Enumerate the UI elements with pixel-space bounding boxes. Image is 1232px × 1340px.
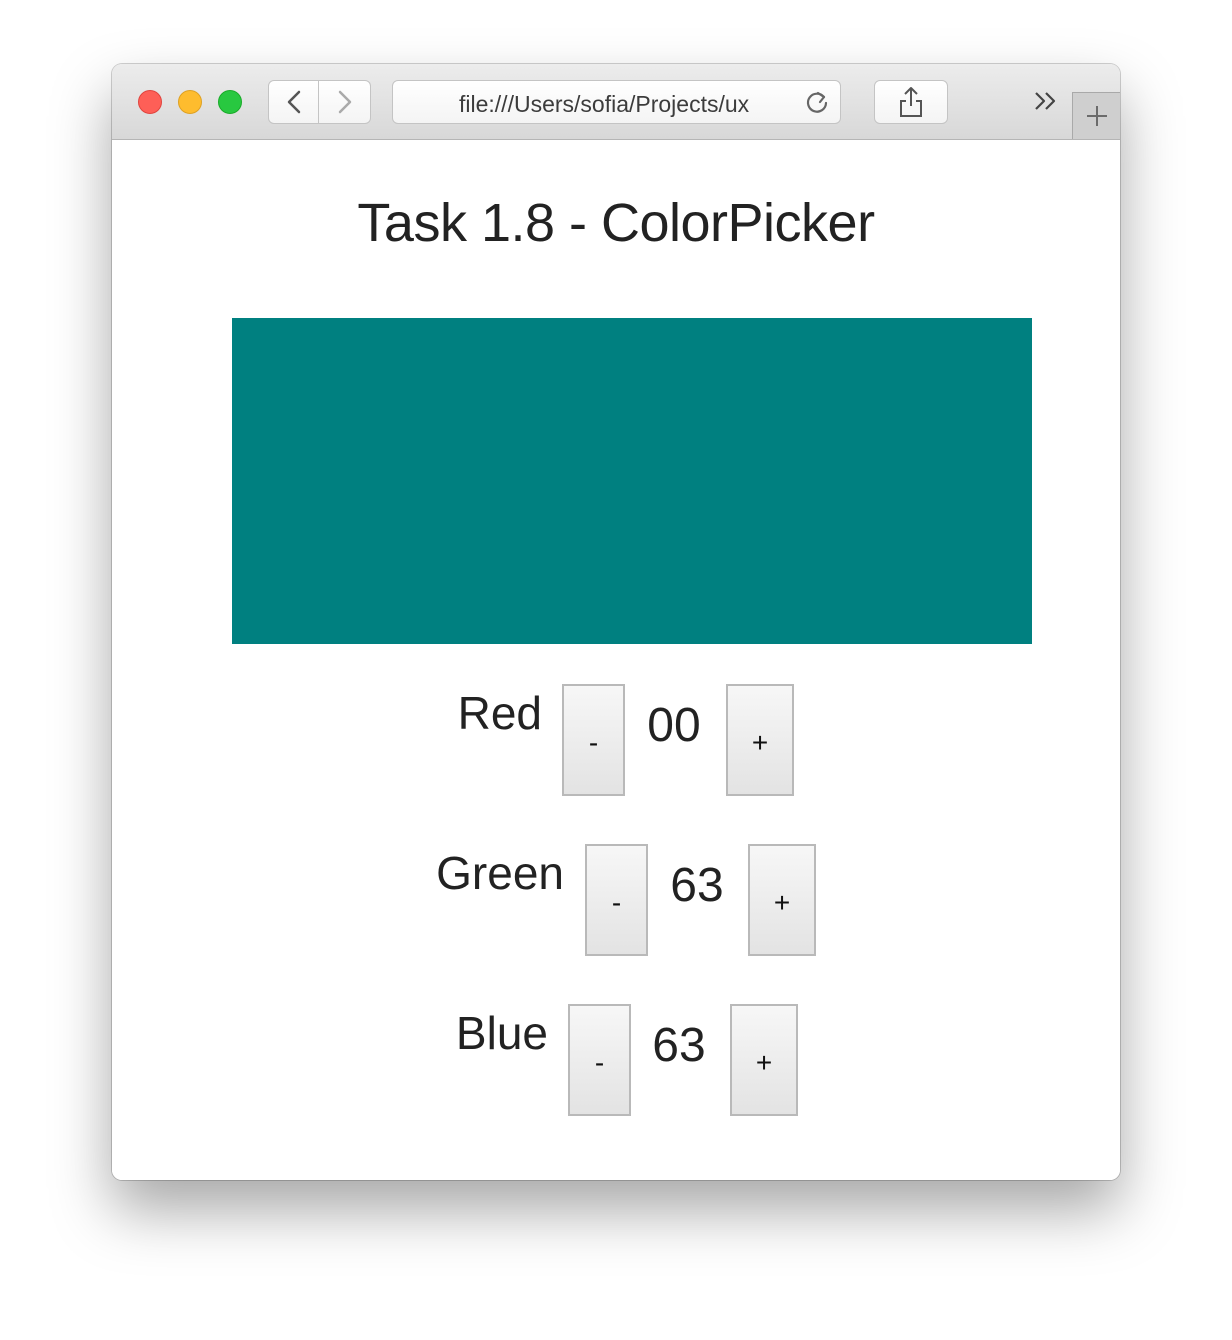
blue-decrement-button[interactable]: - [568, 1004, 631, 1116]
forward-button[interactable] [319, 80, 371, 124]
color-preview-swatch [232, 318, 1032, 644]
red-decrement-button[interactable]: - [562, 684, 625, 796]
page-title: Task 1.8 - ColorPicker [357, 193, 875, 253]
new-tab-button[interactable] [1072, 92, 1120, 139]
minimize-window-button[interactable] [178, 90, 202, 114]
blue-label: Blue [455, 1007, 548, 1059]
plus-icon [1086, 106, 1107, 126]
address-text: file:///Users/sofia/Projects/ux [459, 91, 750, 117]
chevron-right-icon [338, 90, 351, 114]
browser-toolbar: file:///Users/sofia/Projects/ux [112, 64, 1120, 140]
reload-icon[interactable] [804, 89, 830, 115]
red-value: 00 [647, 699, 701, 752]
blue-increment-button[interactable]: + [730, 1004, 798, 1116]
blue-value: 63 [652, 1019, 706, 1072]
share-button[interactable] [874, 80, 948, 124]
green-value: 63 [670, 859, 724, 912]
red-increment-button[interactable]: + [726, 684, 794, 796]
zoom-window-button[interactable] [218, 90, 242, 114]
blue-channel-row: Blue - 63 + [112, 1004, 1120, 1116]
browser-window: file:///Users/sofia/Projects/ux Task 1.8… [112, 64, 1120, 1180]
red-label: Red [457, 687, 542, 739]
overflow-chevrons-icon[interactable] [1032, 88, 1060, 114]
green-label: Green [436, 847, 564, 899]
chevron-left-icon [287, 90, 300, 114]
close-window-button[interactable] [138, 90, 162, 114]
back-button[interactable] [268, 80, 319, 124]
red-channel-row: Red - 00 + [112, 684, 1120, 796]
green-decrement-button[interactable]: - [585, 844, 648, 956]
page-content: Task 1.8 - ColorPicker Red - 00 + Green … [112, 140, 1120, 1180]
share-icon [900, 87, 922, 117]
address-bar[interactable]: file:///Users/sofia/Projects/ux [392, 80, 841, 124]
green-channel-row: Green - 63 + [112, 844, 1120, 956]
green-increment-button[interactable]: + [748, 844, 816, 956]
